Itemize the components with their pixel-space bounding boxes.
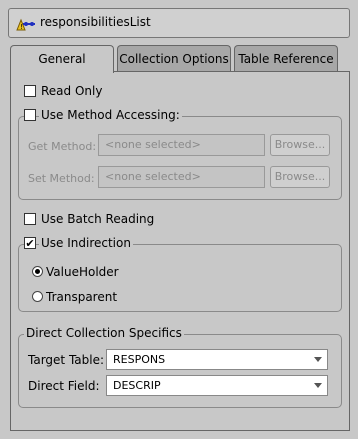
collection-mapping-icon: ! — [16, 16, 36, 32]
use-indirection-checkbox[interactable]: ✔ — [24, 237, 36, 249]
direct-collection-group — [18, 334, 342, 408]
check-mark-icon: ✔ — [25, 236, 35, 250]
set-method-browse-button[interactable]: Browse... — [270, 166, 330, 188]
use-batch-reading-label: Use Batch Reading — [41, 212, 155, 226]
target-table-select[interactable]: RESPONS — [106, 349, 328, 370]
direct-field-label: Direct Field: — [28, 379, 100, 393]
valueholder-radio[interactable] — [32, 266, 43, 277]
tab-collection-options[interactable]: Collection Options — [117, 45, 231, 71]
direct-field-value: DESCRIP — [113, 379, 161, 392]
read-only-checkbox[interactable] — [24, 85, 36, 97]
direct-field-select[interactable]: DESCRIP — [106, 375, 328, 396]
target-table-label: Target Table: — [28, 353, 105, 367]
use-batch-reading-checkbox[interactable] — [24, 213, 36, 225]
svg-text:!: ! — [20, 23, 23, 31]
radio-selected-dot — [35, 269, 40, 274]
mapping-title: responsibilitiesList — [40, 15, 151, 29]
get-method-browse-button[interactable]: Browse... — [270, 134, 330, 156]
target-table-value: RESPONS — [113, 353, 166, 366]
direct-collection-title: Direct Collection Specifics — [24, 326, 184, 340]
use-method-accessing-label: Use Method Accessing: — [39, 108, 182, 122]
chevron-down-icon — [314, 357, 322, 362]
get-method-label: Get Method: — [28, 140, 97, 153]
use-method-accessing-checkbox[interactable] — [24, 109, 36, 121]
set-method-field[interactable]: <none selected> — [98, 166, 265, 188]
read-only-label: Read Only — [41, 84, 103, 98]
set-method-label: Set Method: — [28, 172, 95, 185]
chevron-down-icon — [314, 383, 322, 388]
tab-general[interactable]: General — [10, 45, 114, 73]
transparent-radio[interactable] — [32, 291, 43, 302]
tab-table-reference[interactable]: Table Reference — [234, 45, 338, 71]
use-indirection-label: Use Indirection — [39, 236, 133, 250]
get-method-field[interactable]: <none selected> — [98, 134, 265, 156]
valueholder-label: ValueHolder — [46, 265, 119, 279]
transparent-label: Transparent — [46, 290, 118, 304]
